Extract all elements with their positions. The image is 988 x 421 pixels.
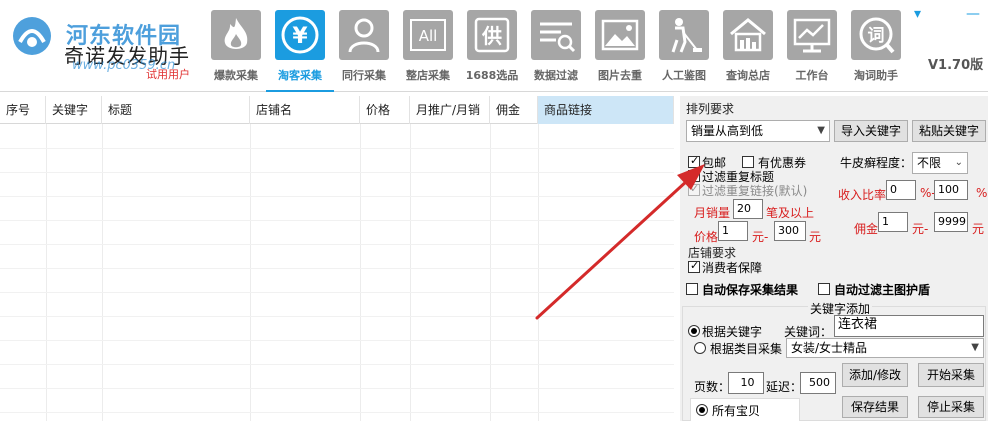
- commission-max-input[interactable]: 9999: [934, 212, 968, 232]
- pages-label: 页数：: [694, 380, 731, 394]
- cowhide-label: 牛皮癣程度：: [840, 156, 913, 170]
- person-icon: [339, 10, 389, 60]
- dropdown-menu-icon[interactable]: ▾: [914, 6, 921, 22]
- filter-dup-link-checkbox[interactable]: [688, 182, 700, 196]
- top-toolbar: 河东软件园 奇诺发发助手 www.pc0359.cn 试用用户 爆款采集 ¥ 淘…: [0, 0, 988, 92]
- store-icon: [723, 10, 773, 60]
- col-index[interactable]: 序号: [0, 96, 46, 124]
- income-ratio-label: 收入比率: [838, 188, 887, 202]
- monthly-sales-input[interactable]: 20: [733, 199, 763, 219]
- col-price[interactable]: 价格: [360, 96, 410, 124]
- app-logo: 河东软件园 奇诺发发助手 www.pc0359.cn 试用用户: [8, 8, 208, 88]
- price-max-input[interactable]: 300: [774, 221, 806, 241]
- toolbar-1688-select[interactable]: 供 1688选品: [462, 10, 522, 86]
- sort-select[interactable]: 销量从高到低 ▼: [686, 120, 830, 142]
- svg-text:¥: ¥: [292, 24, 308, 49]
- toolbar-data-filter[interactable]: 数据过滤: [526, 10, 586, 86]
- price-label: 价格: [694, 230, 719, 244]
- by-keyword-radio[interactable]: [688, 325, 700, 337]
- toolbar-peer-collect[interactable]: 同行采集: [334, 10, 394, 86]
- filter-icon: [531, 10, 581, 60]
- pages-input[interactable]: 10: [728, 372, 764, 394]
- version-label: V1.70版: [928, 58, 984, 73]
- filter-dup-title-checkbox[interactable]: [688, 170, 700, 182]
- category-select[interactable]: 女装/女士精品 ▼: [786, 338, 984, 358]
- yen-icon: ¥: [275, 10, 325, 60]
- toolbar-hot-collect[interactable]: 爆款采集: [206, 10, 266, 86]
- all-icon: All: [403, 10, 453, 60]
- monthly-sales-label: 月销量: [694, 206, 731, 220]
- sort-section-title: 排列要求: [686, 102, 735, 116]
- free-shipping-checkbox[interactable]: [688, 154, 700, 168]
- add-edit-button[interactable]: 添加/修改: [842, 363, 908, 387]
- chevron-down-icon: ▼: [971, 342, 979, 353]
- trial-user-label: 试用用户: [146, 68, 190, 81]
- paste-keyword-button[interactable]: 粘贴关键字: [912, 120, 986, 142]
- commission-min-input[interactable]: 1: [878, 212, 908, 232]
- start-collect-button[interactable]: 开始采集: [918, 363, 984, 387]
- picture-icon: [595, 10, 645, 60]
- chevron-down-icon: ⌄: [954, 157, 963, 168]
- col-monthly-sales[interactable]: 月推广/月销: [410, 96, 490, 124]
- cowhide-select[interactable]: 不限 ⌄: [912, 152, 968, 174]
- income-min-input[interactable]: 0: [886, 180, 916, 200]
- col-shop-name[interactable]: 店铺名: [250, 96, 360, 124]
- flame-icon: [211, 10, 261, 60]
- delay-input[interactable]: 500: [800, 372, 836, 394]
- minimize-icon[interactable]: —: [966, 6, 980, 22]
- import-keyword-button[interactable]: 导入关键字: [834, 120, 908, 142]
- result-table[interactable]: 序号 关键字 标题 店铺名 价格 月推广/月销 佣金 商品链接: [0, 96, 674, 421]
- col-title[interactable]: 标题: [102, 96, 250, 124]
- auto-save-label: 自动保存采集结果: [702, 283, 799, 297]
- coupon-checkbox[interactable]: [742, 156, 754, 168]
- all-items-label: 所有宝贝: [712, 404, 761, 418]
- all-items-radio[interactable]: [696, 404, 708, 416]
- svg-text:词: 词: [868, 26, 885, 46]
- keyword-input[interactable]: 连衣裙: [834, 315, 984, 337]
- commission-label: 佣金: [854, 222, 879, 236]
- auto-filter-image-label: 自动过滤主图护盾: [834, 283, 931, 297]
- by-keyword-label: 根据关键字: [702, 325, 763, 339]
- toolbar-image-dedupe[interactable]: 图片去重: [590, 10, 650, 86]
- filter-dup-link-label: 过滤重复链接(默认): [702, 184, 808, 198]
- app-logo-icon: [13, 17, 51, 55]
- consumer-guarantee-checkbox[interactable]: [688, 259, 700, 273]
- auto-filter-image-checkbox[interactable]: [818, 283, 830, 295]
- price-min-input[interactable]: 1: [718, 221, 748, 241]
- svg-text:供: 供: [481, 24, 502, 48]
- by-category-label: 根据类目采集: [710, 342, 783, 356]
- col-commission[interactable]: 佣金: [490, 96, 538, 124]
- col-product-link[interactable]: 商品链接: [538, 96, 674, 124]
- chevron-down-icon: ▼: [817, 125, 825, 136]
- consumer-guarantee-label: 消费者保障: [702, 261, 763, 275]
- toolbar-shop-collect[interactable]: All 整店采集: [398, 10, 458, 86]
- word-icon: 词: [851, 10, 901, 60]
- svg-text:All: All: [419, 27, 438, 45]
- toolbar-manual-review[interactable]: 人工鉴图: [654, 10, 714, 86]
- delay-label: 延迟：: [766, 380, 803, 394]
- col-keyword[interactable]: 关键字: [46, 96, 102, 124]
- gong-icon: 供: [467, 10, 517, 60]
- save-result-button[interactable]: 保存结果: [842, 396, 908, 418]
- auto-save-checkbox[interactable]: [686, 283, 698, 295]
- toolbar-workbench[interactable]: 工作台: [782, 10, 842, 86]
- cleaner-icon: [659, 10, 709, 60]
- table-header: 序号 关键字 标题 店铺名 价格 月推广/月销 佣金 商品链接: [0, 96, 674, 124]
- toolbar-word-assistant[interactable]: 词 淘词助手: [846, 10, 906, 86]
- settings-panel: 排列要求 销量从高到低 ▼ 导入关键字 粘贴关键字 包邮 有优惠券 牛皮癣程度：…: [680, 96, 988, 421]
- by-category-radio[interactable]: [694, 342, 706, 354]
- income-max-input[interactable]: 100: [934, 180, 968, 200]
- stop-collect-button[interactable]: 停止采集: [918, 396, 984, 418]
- monitor-icon: [787, 10, 837, 60]
- toolbar-taoke-collect[interactable]: ¥ 淘客采集: [266, 10, 334, 92]
- toolbar-query-store[interactable]: 查询总店: [718, 10, 778, 86]
